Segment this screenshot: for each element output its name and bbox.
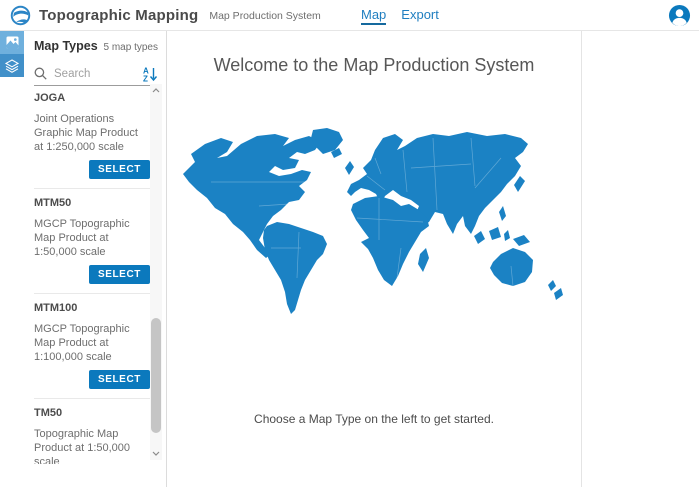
- panel-title: Map Types: [34, 39, 98, 53]
- select-button[interactable]: SELECT: [89, 265, 150, 284]
- header-tabs: Map Export: [361, 0, 439, 30]
- globe-logo-icon: [10, 5, 31, 26]
- layers-toggle[interactable]: [0, 54, 24, 77]
- search-icon: [34, 67, 47, 80]
- map-type-item-tm50: TM50 Topographic Map Product at 1:50,000…: [34, 399, 150, 464]
- scroll-up-button[interactable]: [150, 84, 162, 97]
- map-type-count: 5 map types: [104, 42, 158, 53]
- scroll-down-button[interactable]: [150, 447, 162, 460]
- layers-icon: [5, 59, 19, 73]
- scrollbar-thumb[interactable]: [151, 318, 161, 433]
- app-subtitle: Map Production System: [209, 10, 320, 22]
- list-scrollbar[interactable]: [150, 84, 162, 460]
- main-content: Welcome to the Map Production System: [167, 31, 582, 487]
- svg-text:Z: Z: [143, 74, 148, 82]
- map-type-label: MTM50: [34, 197, 150, 209]
- action-bar: [0, 31, 24, 77]
- welcome-heading: Welcome to the Map Production System: [167, 55, 581, 76]
- map-type-item-mtm100: MTM100 MGCP Topographic Map Product at 1…: [34, 294, 150, 399]
- map-type-item-joga: JOGA Joint Operations Graphic Map Produc…: [34, 84, 150, 189]
- map-types-panel: Map Types 5 map types A Z JOGA Joint: [24, 31, 167, 487]
- map-types-panel-toggle[interactable]: [0, 31, 24, 54]
- instruction-text: Choose a Map Type on the left to get sta…: [167, 412, 581, 426]
- map-type-item-mtm50: MTM50 MGCP Topographic Map Product at 1:…: [34, 189, 150, 294]
- user-avatar-icon[interactable]: [668, 4, 691, 27]
- app-header: Topographic Mapping Map Production Syste…: [0, 0, 699, 31]
- map-type-label: JOGA: [34, 92, 150, 104]
- map-type-label: TM50: [34, 407, 150, 419]
- map-type-list: JOGA Joint Operations Graphic Map Produc…: [34, 84, 150, 464]
- world-map-graphic: [171, 128, 578, 315]
- map-type-description: MGCP Topographic Map Product at 1:100,00…: [34, 322, 150, 364]
- chevron-down-icon: [152, 451, 160, 456]
- select-button[interactable]: SELECT: [89, 160, 150, 179]
- map-type-description: Joint Operations Graphic Map Product at …: [34, 112, 150, 154]
- map-type-description: Topographic Map Product at 1:50,000 scal…: [34, 427, 150, 464]
- tab-export[interactable]: Export: [401, 2, 439, 28]
- tab-map[interactable]: Map: [361, 2, 386, 28]
- content-area: Map Types 5 map types A Z JOGA Joint: [0, 31, 699, 487]
- sort-az-icon: A Z: [142, 66, 158, 82]
- map-type-label: MTM100: [34, 302, 150, 314]
- chevron-up-icon: [152, 88, 160, 93]
- search-bar: A Z: [34, 62, 160, 86]
- select-button[interactable]: SELECT: [89, 370, 150, 389]
- map-panel-icon: [6, 36, 19, 49]
- app-title: Topographic Mapping: [39, 7, 198, 24]
- search-input[interactable]: [54, 68, 138, 80]
- sort-az-button[interactable]: A Z: [142, 66, 158, 82]
- panel-header: Map Types 5 map types: [34, 39, 158, 53]
- map-type-description: MGCP Topographic Map Product at 1:50,000…: [34, 217, 150, 259]
